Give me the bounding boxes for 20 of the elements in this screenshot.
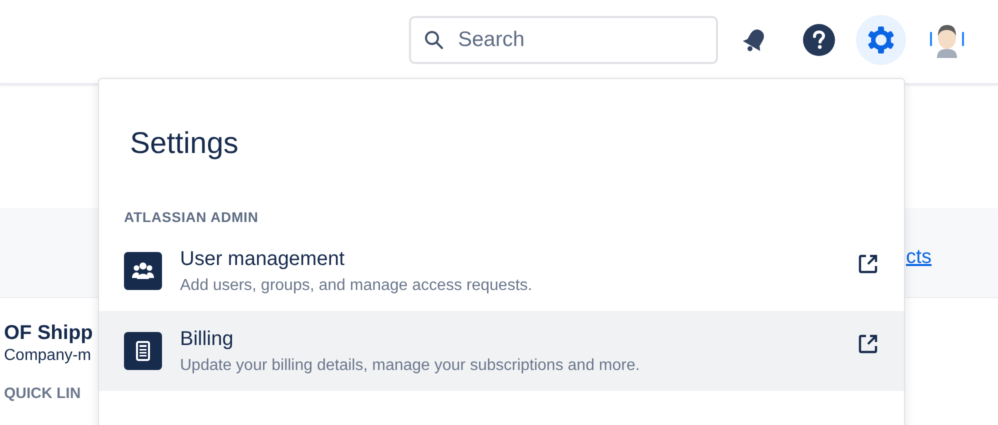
external-link-icon (858, 334, 878, 354)
section-heading: QUICK LIN (4, 385, 81, 402)
external-link-icon (858, 254, 878, 274)
projects-link[interactable]: cts (906, 246, 932, 269)
menu-item[interactable]: User management Add users, groups, and manage access requests. (99, 231, 904, 311)
item-title: User management (180, 248, 346, 270)
menu-title: Settings (129, 126, 240, 162)
item-description: Update your billing details, manage your subscriptions and more. (180, 356, 641, 374)
project-title: OF Shipp (4, 322, 93, 345)
settings-button[interactable] (856, 14, 906, 64)
item-title: Billing (180, 328, 234, 350)
settings-icon (866, 24, 896, 54)
people-icon (124, 252, 162, 290)
menu-item[interactable]: Billing Update your billing details, manage your subscriptions and more. (99, 311, 904, 391)
project-subtitle: Company-m (4, 347, 92, 365)
item-description: Add users, groups, and manage access requests. (180, 276, 534, 294)
search-field[interactable]: Search (409, 16, 718, 64)
section-heading: ATLASSIAN ADMIN (123, 208, 260, 227)
document-icon (124, 332, 162, 370)
help-icon[interactable] (803, 24, 835, 56)
